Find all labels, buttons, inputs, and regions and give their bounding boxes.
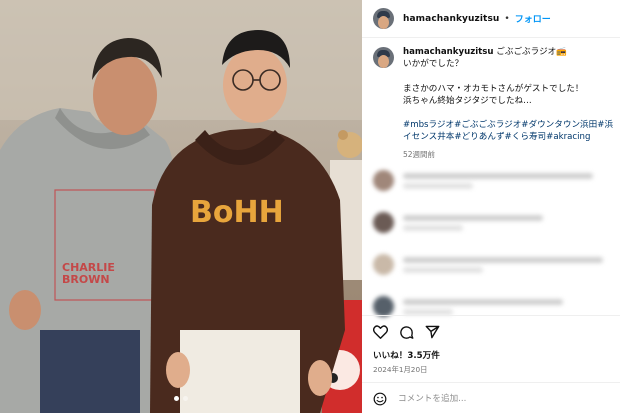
avatar	[373, 212, 394, 233]
carousel-dots	[0, 396, 362, 401]
post-photo[interactable]: CHARLIE BROWN BoHH	[0, 0, 362, 413]
comment-composer	[362, 382, 620, 413]
comment-input[interactable]	[396, 392, 580, 405]
follow-button[interactable]: フォロー	[515, 12, 551, 25]
header-username[interactable]: hamachankyuzitsu	[403, 14, 499, 24]
avatar	[373, 254, 394, 275]
comment-icon[interactable]	[399, 325, 414, 340]
like-count[interactable]: いいね！3.5万件	[373, 349, 620, 361]
emoji-icon[interactable]	[373, 392, 387, 406]
caption-line-4: 浜ちゃん終始タジタジでしたね…	[403, 95, 532, 106]
instagram-post-view: CHARLIE BROWN BoHH hamachankyuzitsu • フォ…	[0, 0, 620, 413]
comment-item	[373, 170, 618, 212]
comment-item	[373, 212, 618, 254]
comment-item	[373, 254, 618, 296]
comment-list	[373, 170, 618, 338]
avatar	[373, 296, 394, 317]
avatar[interactable]	[373, 8, 394, 29]
hoodie-logo-text: BoHH	[190, 195, 284, 230]
caption-line-3: まさかのハマ・オカモトさんがゲストでした！	[403, 83, 584, 94]
photo-illustration: CHARLIE BROWN BoHH	[0, 0, 362, 413]
share-icon[interactable]	[425, 325, 440, 339]
avatar	[373, 170, 394, 191]
caption-username[interactable]: hamachankyuzitsu	[403, 47, 494, 57]
header-separator: •	[504, 13, 510, 24]
caption-line-1: ごぶごぶラジオ📻	[496, 47, 567, 57]
post-date: 2024年1月20日	[373, 365, 428, 374]
heart-icon[interactable]	[373, 325, 388, 339]
caption-hashtags-2[interactable]: イセンス井本#どりあんず#くら寿司#akracing	[403, 131, 617, 143]
post-actions: いいね！3.5万件 2024年1月20日	[362, 315, 620, 375]
caption-hashtags-1[interactable]: #mbsラジオ#ごぶごぶラジオ#ダウンタウン浜田#浜	[403, 119, 617, 131]
carousel-dot	[183, 396, 188, 401]
caption-time: 52週間前	[403, 149, 436, 159]
post-side-panel: hamachankyuzitsu • フォロー hamachankyuzitsu…	[362, 0, 620, 413]
carousel-dot-active	[174, 396, 179, 401]
hoodie-print-bottom: BROWN	[62, 273, 110, 286]
post-caption: hamachankyuzitsu ごぶごぶラジオ📻 いかがでした？ まさかのハマ…	[373, 46, 618, 161]
post-header: hamachankyuzitsu • フォロー	[362, 0, 620, 38]
caption-line-2: いかがでした？	[403, 59, 464, 70]
caption-avatar[interactable]	[373, 47, 394, 68]
